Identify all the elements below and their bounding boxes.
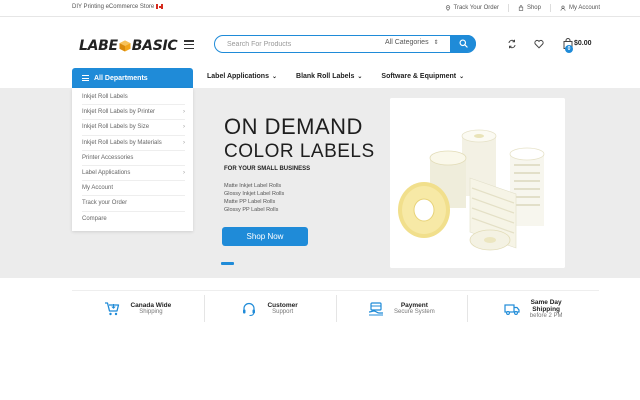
hero-product-list: Matte Inkjet Label Rolls Glossy Inkjet L… xyxy=(224,182,284,214)
cart-icon xyxy=(105,301,120,315)
all-departments-label: All Departments xyxy=(94,74,148,82)
feature-title-line2: Shipping xyxy=(532,305,561,313)
department-item[interactable]: Label Applications › xyxy=(82,166,185,182)
hero-product-item: Matte Inkjet Label Rolls xyxy=(224,183,282,189)
department-item-label: Label Applications xyxy=(82,170,131,177)
search-bar: All Categories ⇕ xyxy=(214,35,476,53)
menu-toggle-icon[interactable] xyxy=(184,40,194,49)
label-rolls-image xyxy=(390,98,565,268)
site-logo[interactable]: LABE BASIC xyxy=(79,35,178,57)
logo-cube-icon xyxy=(119,40,131,52)
department-item[interactable]: Compare xyxy=(82,212,185,227)
feature-item: Same Day Shipping before 2 PM xyxy=(467,291,599,326)
department-item-label: Track your Order xyxy=(82,200,128,207)
cart-total: $0.00 xyxy=(574,40,592,47)
feature-item: Payment Secure System xyxy=(335,291,468,326)
search-input[interactable] xyxy=(227,38,377,50)
logo-text-right: BASIC xyxy=(131,38,178,54)
shop-link[interactable]: Shop xyxy=(518,5,541,11)
feature-item: Customer Support xyxy=(203,291,336,326)
department-item[interactable]: Inkjet Roll Labels xyxy=(82,90,185,106)
category-select-value: All Categories xyxy=(385,39,429,46)
select-arrows-icon: ⇕ xyxy=(433,40,439,46)
cart-button[interactable]: 0 $0.00 xyxy=(563,37,593,53)
department-item-label: Inkjet Roll Labels by Materials xyxy=(82,139,162,146)
track-order-label: Track Your Order xyxy=(453,5,499,11)
department-item-label: Inkjet Roll Labels by Printer xyxy=(82,109,156,116)
nav-label-applications[interactable]: Label Applications ⌄ xyxy=(207,73,277,80)
department-item[interactable]: Printer Accessories xyxy=(82,151,185,166)
store-tagline: DIY Printing eCommerce Store xyxy=(72,4,164,10)
nav-software-equipment[interactable]: Software & Equipment ⌄ xyxy=(381,73,464,80)
headset-icon xyxy=(243,302,256,316)
chevron-right-icon: › xyxy=(183,109,185,116)
department-item-label: Compare xyxy=(82,216,107,223)
search-icon xyxy=(458,39,468,48)
hero-title: ON DEMAND xyxy=(224,114,363,139)
my-account-link[interactable]: My Account xyxy=(560,5,600,11)
feature-subtitle: Support xyxy=(272,309,294,315)
department-item-label: Inkjet Roll Labels by Size xyxy=(82,124,150,131)
hero-product-item: Glossy Inkjet Label Rolls xyxy=(224,191,285,197)
chevron-down-icon: ⌄ xyxy=(271,74,278,80)
departments-menu: Inkjet Roll Labels Inkjet Roll Labels by… xyxy=(72,88,193,231)
track-order-link[interactable]: Track Your Order xyxy=(445,5,499,11)
main-nav: Label Applications ⌄ Blank Roll Labels ⌄ S… xyxy=(207,73,483,80)
top-bar: DIY Printing eCommerce Store Track Your … xyxy=(0,0,640,17)
features-strip: Canada Wide Shipping Customer Support Paym… xyxy=(72,290,599,326)
feature-subtitle: Shipping xyxy=(139,309,163,315)
hero-subtitle: FOR YOUR SMALL BUSINESS xyxy=(224,166,311,172)
nav-blank-roll-labels-text: Blank Roll Labels xyxy=(296,73,355,80)
truck-icon xyxy=(504,303,520,315)
feature-title: Customer xyxy=(267,302,298,309)
chevron-right-icon: › xyxy=(183,139,185,146)
shop-label: Shop xyxy=(526,5,541,11)
department-item[interactable]: Inkjet Roll Labels by Size › xyxy=(82,120,185,136)
department-item-label: My Account xyxy=(82,185,114,192)
logo-text-left: LABE xyxy=(79,38,118,54)
canada-flag-icon xyxy=(156,4,164,9)
department-item[interactable]: Track your Order xyxy=(82,196,185,212)
cart-count-badge: 0 xyxy=(565,45,573,53)
all-departments-button[interactable]: All Departments xyxy=(72,68,193,88)
wishlist-heart-icon[interactable] xyxy=(534,39,544,49)
chevron-right-icon: › xyxy=(183,124,185,131)
department-item[interactable]: Inkjet Roll Labels by Materials › xyxy=(82,136,185,151)
secure-payment-icon xyxy=(369,301,384,315)
feature-title: Canada Wide xyxy=(130,302,172,309)
category-select[interactable]: All Categories ⇕ xyxy=(385,39,439,46)
nav-blank-roll-labels[interactable]: Blank Roll Labels ⌄ xyxy=(296,73,362,80)
slider-dot-active[interactable] xyxy=(221,262,234,265)
store-tagline-text: DIY Printing eCommerce Store xyxy=(72,4,155,10)
chevron-down-icon: ⌄ xyxy=(459,74,465,80)
top-links: Track Your Order Shop My Account xyxy=(445,4,600,12)
nav-software-equipment-text: Software & Equipment xyxy=(381,73,457,80)
my-account-label: My Account xyxy=(568,5,600,11)
feature-title: Payment xyxy=(400,302,428,309)
chevron-right-icon: › xyxy=(183,170,185,177)
department-item[interactable]: My Account xyxy=(82,181,185,197)
shop-now-button[interactable]: Shop Now xyxy=(222,227,308,246)
hero-product-item: Glossy PP Label Rolls xyxy=(224,207,279,213)
department-item[interactable]: Inkjet Roll Labels by Printer › xyxy=(82,105,185,121)
hero-product-item: Matte PP Label Rolls xyxy=(224,199,276,205)
nav-label-applications-text: Label Applications xyxy=(207,73,269,80)
hero-title-line2: COLOR LABELS xyxy=(224,141,375,162)
compare-icon[interactable] xyxy=(507,39,517,49)
department-item-label: Printer Accessories xyxy=(82,154,134,161)
list-icon xyxy=(82,75,89,81)
chevron-down-icon: ⌄ xyxy=(357,74,363,80)
location-pin-icon xyxy=(445,5,450,11)
search-button[interactable] xyxy=(450,35,476,52)
feature-subtitle: before 2 PM xyxy=(529,312,563,319)
user-icon xyxy=(560,5,566,11)
feature-title: Same Day xyxy=(530,298,562,306)
bag-icon xyxy=(518,5,524,11)
feature-item: Canada Wide Shipping xyxy=(72,291,204,326)
department-item-label: Inkjet Roll Labels xyxy=(82,94,128,101)
feature-subtitle: Secure System xyxy=(394,309,435,315)
